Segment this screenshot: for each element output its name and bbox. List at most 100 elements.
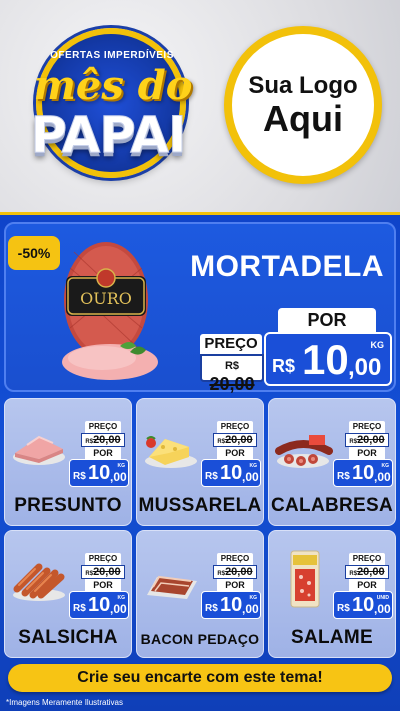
old-price-value: 20,00 [93, 566, 121, 578]
unit-label: UNID [376, 595, 389, 601]
new-price: R$ 10,00 KG [69, 591, 129, 619]
product-name: PRESUNTO [14, 495, 122, 516]
featured-old-price: R$ 20,00 [200, 354, 264, 394]
salsicha-product-image [13, 563, 65, 601]
product-card-mussarela: PREÇO R$20,00 POR R$ 10,00 KG MUSSARELA [136, 398, 264, 526]
new-price: R$ 10,00 UNID [333, 591, 393, 619]
svg-text:OURO: OURO [80, 289, 132, 308]
new-currency: R$ [205, 471, 218, 482]
new-currency: R$ [73, 471, 86, 482]
logo-text-line2: Aqui [263, 98, 343, 139]
new-currency: R$ [73, 603, 86, 614]
new-price-decimal: ,00 [110, 470, 127, 484]
new-currency: R$ [337, 603, 350, 614]
new-price-integer: 10 [220, 462, 243, 484]
new-price-decimal: ,00 [374, 470, 391, 484]
logo-text-line1: Sua Logo [248, 72, 358, 99]
preco-label: PREÇO [217, 553, 253, 565]
product-card-bacon: PREÇO R$20,00 POR R$ 10,00 KG BACON PEDAÇO [136, 530, 264, 658]
badge-kicker: OFERTAS IMPERDÍVEIS [50, 50, 174, 61]
featured-new-price: R$ 10 ,00 KG [264, 332, 392, 386]
product-name: MUSSARELA [138, 495, 262, 516]
unit-label: KG [117, 595, 126, 601]
new-price: R$ 10,00 KG [201, 459, 261, 487]
old-price-value: 20,00 [225, 566, 253, 578]
old-price-value: 20,00 [357, 566, 385, 578]
unit-label: KG [117, 463, 126, 469]
create-flyer-button[interactable]: Crie seu encarte com este tema! [8, 664, 392, 692]
old-currency: R$ [349, 439, 358, 445]
product-card-salame: PREÇO R$20,00 POR R$ 10,00 UNID SALAME [268, 530, 396, 658]
featured-product-name: MORTADELA [190, 250, 384, 283]
new-price-decimal: ,00 [374, 602, 391, 616]
por-label: POR [217, 447, 253, 459]
product-name: SALSICHA [18, 627, 118, 648]
badge-title-line1: mês do [33, 62, 193, 109]
old-price: R$20,00 [213, 565, 257, 579]
old-price: R$20,00 [81, 433, 125, 447]
preco-label: PREÇO [85, 421, 121, 433]
product-name: BACON PEDAÇO [140, 631, 260, 647]
featured-new-price-integer: 10 [302, 336, 349, 383]
product-card-presunto: PREÇO R$20,00 POR R$ 10,00 KG PRESUNTO [4, 398, 132, 526]
new-price-integer: 10 [88, 462, 111, 484]
featured-new-currency: R$ [272, 356, 296, 376]
disclaimer: *Imagens Meramente Ilustrativas [6, 698, 123, 707]
por-label: POR [85, 447, 121, 459]
new-price: R$ 10,00 KG [333, 459, 393, 487]
product-name: SALAME [290, 627, 374, 648]
product-card-calabresa: PREÇO R$20,00 POR R$ 10,00 KG CALABRESA [268, 398, 396, 526]
new-price-decimal: ,00 [242, 602, 259, 616]
por-label: POR [217, 579, 253, 591]
old-currency: R$ [217, 571, 226, 577]
new-currency: R$ [337, 471, 350, 482]
new-price-integer: 10 [88, 594, 111, 616]
old-currency: R$ [85, 439, 94, 445]
old-currency: R$ [349, 571, 358, 577]
featured-old-currency: R$ [224, 360, 240, 372]
old-currency: R$ [217, 439, 226, 445]
old-price-value: 20,00 [357, 434, 385, 446]
new-price-integer: 10 [352, 594, 375, 616]
featured-old-price-value: 20,00 [209, 374, 255, 394]
old-price: R$20,00 [345, 565, 389, 579]
new-price-decimal: ,00 [242, 470, 259, 484]
preco-label: PREÇO [85, 553, 121, 565]
bacon-product-image [147, 575, 197, 599]
old-price: R$20,00 [81, 565, 125, 579]
old-price-value: 20,00 [225, 434, 253, 446]
unit-label: KG [381, 463, 390, 469]
por-label: POR [349, 447, 385, 459]
store-logo-placeholder: Sua Logo Aqui [224, 26, 382, 184]
product-card-salsicha: PREÇO R$20,00 POR R$ 10,00 KG SALSICHA [4, 530, 132, 658]
por-label: POR [349, 579, 385, 591]
discount-badge: -50% [8, 236, 60, 270]
product-name: CALABRESA [271, 495, 393, 516]
unit-label: KG [249, 463, 258, 469]
badge-title-line2: PAPAI [30, 106, 187, 165]
featured-unit: KG [370, 340, 385, 350]
featured-new-price-decimal: ,00 [348, 354, 382, 381]
presunto-product-image [13, 435, 65, 465]
calabresa-product-image [275, 435, 333, 468]
old-price: R$20,00 [213, 433, 257, 447]
salame-product-image [290, 550, 320, 608]
featured-por-label: POR [278, 308, 376, 332]
new-currency: R$ [205, 603, 218, 614]
new-price-integer: 10 [352, 462, 375, 484]
unit-label: KG [249, 595, 258, 601]
new-price-decimal: ,00 [110, 602, 127, 616]
mussarela-product-image [145, 436, 197, 468]
new-price-integer: 10 [220, 594, 243, 616]
new-price: R$ 10,00 KG [201, 591, 261, 619]
por-label: POR [85, 579, 121, 591]
preco-label: PREÇO [217, 421, 253, 433]
old-currency: R$ [85, 571, 94, 577]
old-price: R$20,00 [345, 433, 389, 447]
preco-label: PREÇO [349, 421, 385, 433]
featured-preco-label: PREÇO [200, 334, 262, 354]
new-price: R$ 10,00 KG [69, 459, 129, 487]
mortadela-product-image: OURO [62, 242, 158, 380]
campaign-badge: OFERTAS IMPERDÍVEIS mês do PAPAI [8, 20, 208, 188]
preco-label: PREÇO [349, 553, 385, 565]
